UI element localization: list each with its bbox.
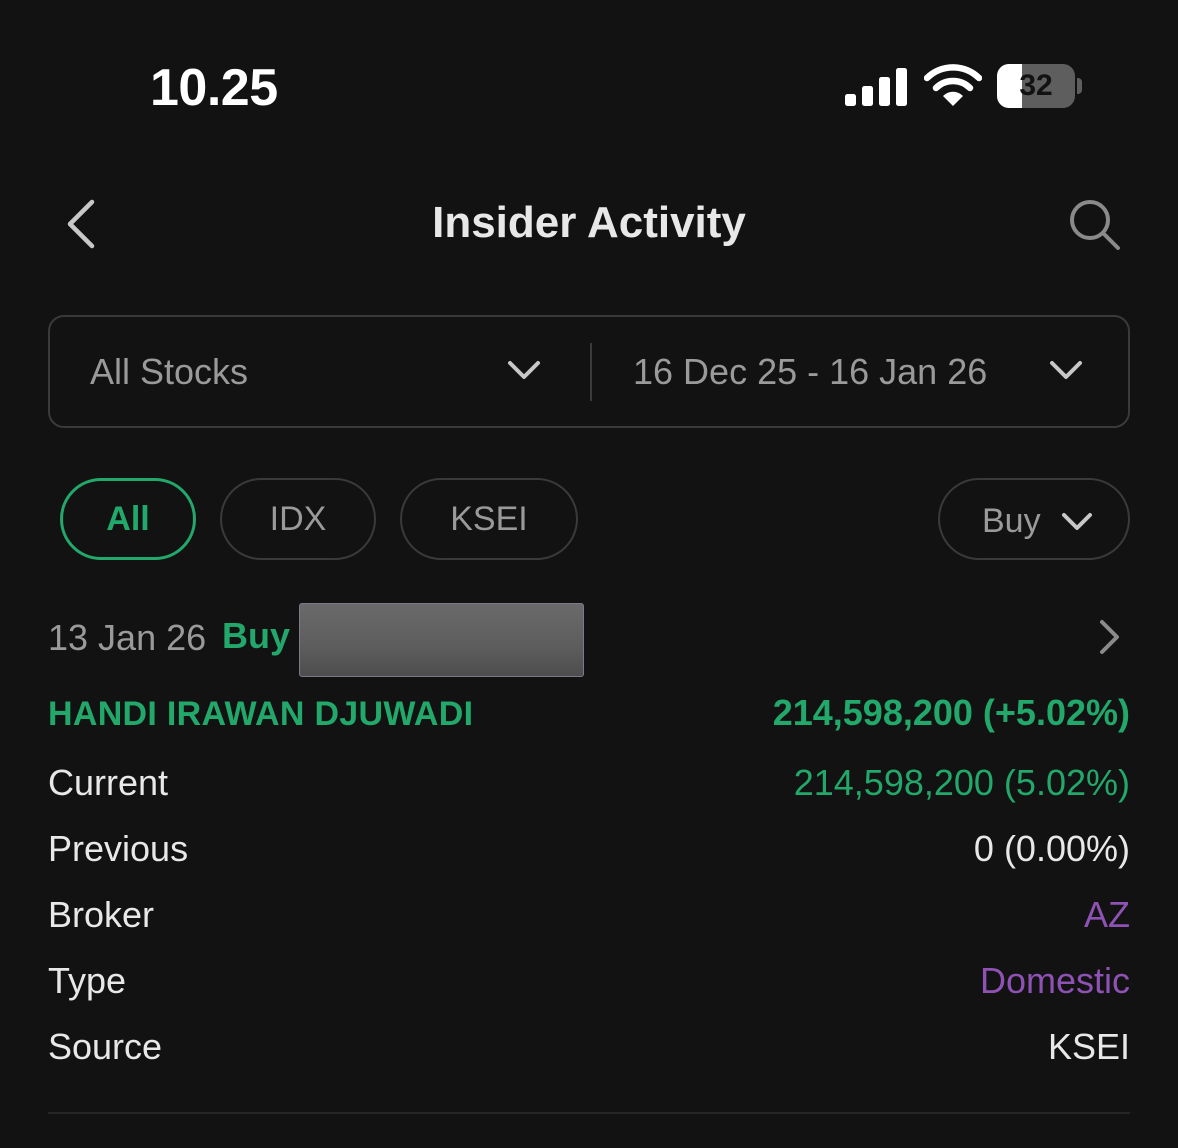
row-value-type[interactable]: Domestic [980,960,1130,1002]
chevron-down-icon [1062,513,1092,530]
search-icon [1070,200,1120,250]
stock-select-value: All Stocks [90,351,249,392]
row-label-current: Current [48,762,169,803]
chevron-down-icon [1050,361,1082,379]
row-value-broker[interactable]: AZ [1084,894,1130,936]
transaction-type-value: Buy [982,502,1041,540]
chevron-right-icon[interactable] [1096,618,1122,656]
battery-level: 32 [1019,69,1053,102]
page-title: Insider Activity [432,198,746,247]
row-label-previous: Previous [48,828,189,869]
search-button[interactable] [1064,196,1124,252]
card-divider [48,1112,1130,1114]
wifi-icon [924,64,982,106]
transaction-type-select[interactable]: Buy [938,478,1130,560]
row-label-source: Source [48,1026,163,1067]
chip-ksei[interactable]: KSEI [400,478,578,560]
filter-bar: All Stocks 16 Dec 25 - 16 Jan 26 [48,315,1130,428]
insider-activity-screen: 10.25 32 Insider Activity All Stocks 16 … [0,0,1178,1148]
row-label-broker: Broker [48,894,155,935]
cellular-signal-icon [845,68,907,106]
redacted-stock-label [299,603,584,677]
chip-idx[interactable]: IDX [220,478,376,560]
row-value-previous: 0 (0.00%) [973,828,1130,869]
row-value-current: 214,598,200 (5.02%) [793,762,1130,803]
stock-select[interactable]: All Stocks [50,317,590,426]
activity-date: 13 Jan 26 [48,617,207,658]
status-time: 10.25 [150,59,278,117]
chip-all[interactable]: All [60,478,196,560]
date-range-select[interactable]: 16 Dec 25 - 16 Jan 26 [592,317,1128,426]
date-range-value: 16 Dec 25 - 16 Jan 26 [633,351,988,392]
row-value-source: KSEI [1047,1026,1130,1067]
chevron-down-icon [508,361,540,379]
battery-icon: 32 [997,64,1083,108]
insider-name: HANDI IRAWAN DJUWADI [48,695,474,733]
activity-action: Buy [222,615,291,656]
insider-total: 214,598,200 (+5.02%) [772,692,1130,733]
row-label-type: Type [48,960,127,1001]
